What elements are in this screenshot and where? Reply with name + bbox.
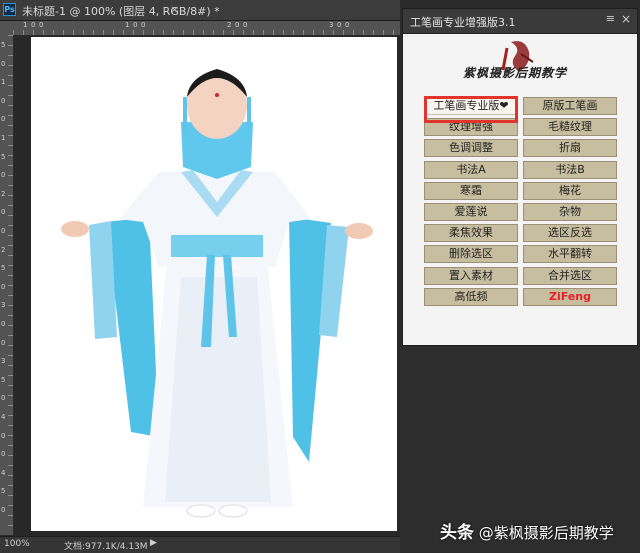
ruler-left-label: 2 bbox=[1, 245, 6, 254]
panel-button-right-1[interactable]: 原版工笔画 bbox=[523, 97, 617, 115]
watermark-prefix: 头条 bbox=[440, 523, 474, 543]
panel-button-left-7[interactable]: 柔焦效果 bbox=[424, 224, 518, 243]
ruler-top-label: 0 bbox=[133, 21, 138, 29]
girl-hanfu-photo bbox=[61, 69, 373, 518]
panel-button-left-3[interactable]: 色调调整 bbox=[424, 139, 518, 158]
panel-close-icon[interactable]: × bbox=[621, 12, 631, 26]
panel-button-right-7[interactable]: 选区反选 bbox=[523, 224, 617, 243]
panel-button-left-1[interactable]: 工笔画专业版❤ bbox=[424, 97, 518, 115]
ruler-top-label: 0 bbox=[39, 21, 44, 29]
ruler-left-label: 0 bbox=[1, 171, 6, 180]
ruler-left-label: 0 bbox=[1, 450, 6, 459]
zoom-level[interactable]: 100% bbox=[4, 539, 30, 549]
panel-title: 工笔画专业增强版3.1 bbox=[410, 16, 516, 29]
ruler-left-label: 5 bbox=[1, 487, 6, 496]
panel-button-right-9[interactable]: 合并选区 bbox=[523, 266, 617, 285]
panel-header[interactable]: 工笔画专业增强版3.1 ≡ × bbox=[403, 9, 637, 34]
ruler-top-label: 0 bbox=[345, 21, 350, 29]
panel-button-right-4[interactable]: 书法B bbox=[523, 160, 617, 179]
watermark: 头条 @紫枫摄影后期教学 bbox=[440, 518, 614, 543]
ruler-left-label: 1 bbox=[1, 78, 6, 87]
ruler-left-label: 5 bbox=[1, 375, 6, 384]
ruler-top-label: 0 bbox=[235, 21, 240, 29]
ruler-left-label: 0 bbox=[1, 320, 6, 328]
ruler-left-label: 5 bbox=[1, 264, 6, 273]
ruler-top-label: 0 bbox=[243, 21, 248, 29]
panel-menu-icon[interactable]: ≡ bbox=[606, 12, 615, 25]
ruler-left-label: 1 bbox=[1, 134, 6, 142]
logo-area: 紫枫摄影后期教学 bbox=[403, 34, 637, 89]
panel-button-left-8[interactable]: 删除选区 bbox=[424, 245, 518, 264]
status-menu-arrow[interactable]: ▶ bbox=[150, 538, 157, 548]
document-size: 文档:977.1K/4.13M bbox=[64, 542, 148, 552]
ruler-top-label: 3 bbox=[329, 21, 334, 29]
ruler-left-label: 0 bbox=[1, 96, 6, 105]
panel-button-left-6[interactable]: 爱莲说 bbox=[424, 203, 518, 221]
ruler-top-label: 1 bbox=[23, 21, 28, 29]
panel-body: 紫枫摄影后期教学 工笔画专业版❤ 原版工笔画 纹理增强 毛糙纹理 色调调整 折扇 书法A 书法… bbox=[403, 34, 637, 345]
ruler-left-label: 0 bbox=[1, 59, 6, 68]
panel-button-left-10[interactable]: 高低频 bbox=[424, 287, 518, 306]
ruler-left-label: 0 bbox=[1, 394, 6, 403]
plugin-panel: 工笔画专业增强版3.1 ≡ × 紫枫摄影后期教学 工笔画专业版❤ 原版工笔画 纹理增… bbox=[402, 8, 638, 346]
ruler-left: 5 0 1 0 0 1 5 0 2 0 0 2 5 0 3 0 0 3 5 0 4 0 0 4 5 0 bbox=[0, 35, 14, 535]
logo-text: 紫枫摄影后期教学 bbox=[463, 66, 568, 80]
ruler-left-label: 5 bbox=[1, 152, 6, 161]
panel-button-left-2[interactable]: 纹理增强 bbox=[424, 118, 518, 137]
ruler-left-label: 4 bbox=[1, 468, 6, 477]
panel-button-right-10[interactable]: ZiFeng bbox=[523, 287, 617, 306]
panel-button-right-3[interactable]: 折扇 bbox=[523, 139, 617, 158]
panel-button-left-9[interactable]: 置入素材 bbox=[424, 266, 518, 285]
ruler-top: 100100200300400 bbox=[13, 21, 451, 36]
panel-button-right-8[interactable]: 水平翻转 bbox=[523, 245, 617, 264]
ruler-left-label: 3 bbox=[1, 357, 6, 366]
ruler-top-label: 0 bbox=[141, 21, 146, 29]
ruler-top-label: 2 bbox=[227, 21, 232, 29]
ruler-top-label: 1 bbox=[125, 21, 130, 29]
ruler-left-label: 0 bbox=[1, 431, 6, 440]
ruler-left-label: 0 bbox=[1, 282, 6, 291]
ruler-top-label: 0 bbox=[337, 21, 342, 29]
close-icon[interactable]: × bbox=[170, 3, 179, 16]
panel-button-right-5[interactable]: 梅花 bbox=[523, 181, 617, 200]
document-tab[interactable]: Ps 未标题-1 @ 100% (图层 4, RGB/8#) * × bbox=[0, 0, 400, 21]
panel-button-right-2[interactable]: 毛糙纹理 bbox=[523, 118, 617, 137]
ruler-corner bbox=[0, 21, 13, 35]
ruler-left-label: 3 bbox=[1, 301, 6, 310]
status-bar: 100% 文档:977.1K/4.13M ▶ bbox=[0, 536, 400, 553]
ruler-left-label: 5 bbox=[1, 41, 6, 49]
ruler-left-label: 0 bbox=[1, 115, 6, 124]
ruler-left-label: 0 bbox=[1, 338, 6, 347]
panel-button-right-6[interactable]: 杂物 bbox=[523, 203, 617, 221]
ruler-left-label: 0 bbox=[1, 506, 6, 514]
document-title: 未标题-1 @ 100% (图层 4, RGB/8#) * bbox=[22, 5, 220, 18]
ruler-left-label: 4 bbox=[1, 413, 6, 421]
document-canvas[interactable] bbox=[31, 37, 397, 531]
ruler-left-label: 0 bbox=[1, 227, 6, 235]
photoshop-icon: Ps bbox=[3, 3, 16, 16]
ruler-left-label: 2 bbox=[1, 189, 6, 198]
panel-button-left-5[interactable]: 寒霜 bbox=[424, 181, 518, 200]
ruler-top-label: 0 bbox=[31, 21, 36, 29]
ruler-left-label: 0 bbox=[1, 208, 6, 217]
watermark-text: @紫枫摄影后期教学 bbox=[478, 524, 614, 542]
canvas-area bbox=[14, 36, 400, 536]
panel-button-left-4[interactable]: 书法A bbox=[424, 160, 518, 179]
